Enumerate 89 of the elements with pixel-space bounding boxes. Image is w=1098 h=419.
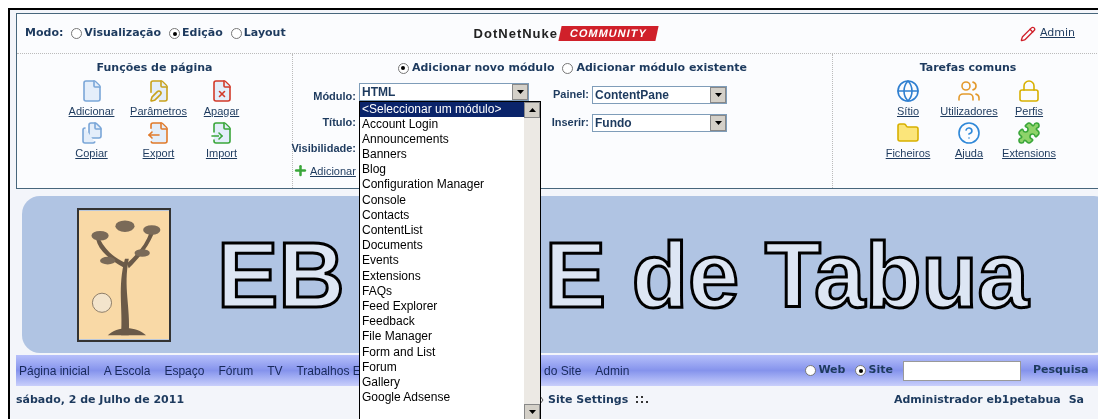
dropdown-option[interactable]: Console (360, 192, 524, 208)
dropdown-option[interactable]: FAQs (360, 283, 524, 299)
nav-item[interactable]: Fórum (218, 361, 254, 380)
search-scope-option[interactable]: Site (868, 362, 893, 379)
dropdown-option[interactable]: Blog (360, 162, 524, 178)
dropdown-option[interactable]: Configuration Manager (360, 177, 524, 193)
task-link[interactable]: Import (205, 144, 238, 161)
nav-item[interactable]: Admin (595, 361, 630, 380)
banner-title: EB (217, 228, 345, 321)
task-link[interactable]: Extensions (1002, 144, 1056, 161)
search-scope-option[interactable]: Web (818, 362, 846, 379)
task-link[interactable]: Adicionar (68, 102, 115, 119)
documents-icon[interactable] (79, 120, 104, 145)
padlock-icon[interactable] (1017, 78, 1041, 103)
pane-select[interactable]: ContentPane (592, 85, 727, 104)
task-link[interactable]: Apagar (203, 102, 240, 119)
globe-icon[interactable] (896, 78, 920, 103)
brand-badge: COMMUNITY (558, 26, 659, 41)
admin-link[interactable]: Admin (1039, 25, 1075, 42)
pencil-icon[interactable] (1019, 25, 1036, 42)
dropdown-option[interactable]: Documents (360, 238, 524, 254)
nav-item[interactable]: Página inicial (19, 361, 90, 380)
task-link[interactable]: Utilizadores (940, 102, 998, 119)
logout-link[interactable]: Sa (1068, 391, 1084, 409)
dropdown-option[interactable]: Forum (360, 359, 524, 375)
date-text: sábado, 2 de Julho de 2011 (16, 391, 185, 408)
puzzle-icon[interactable] (1017, 120, 1041, 145)
mode-option[interactable]: Edição (182, 25, 223, 42)
task-link[interactable]: Sítio (897, 102, 919, 119)
document-arrow-icon[interactable] (209, 120, 234, 145)
dropdown-option[interactable]: Account Login (360, 116, 524, 132)
field-label: Painel: (551, 87, 589, 103)
plus-icon[interactable] (293, 163, 308, 179)
dropdown-option[interactable]: <Seleccionar um módulo> (360, 101, 524, 117)
source-radio[interactable] (562, 62, 574, 74)
mode-radio[interactable] (230, 28, 242, 39)
dropdown-option[interactable]: File Manager (360, 329, 524, 345)
users-icon[interactable] (957, 78, 981, 103)
search-scope-radio[interactable] (805, 365, 817, 376)
add-link[interactable]: Adicionar (310, 162, 356, 179)
search-scope-radio[interactable] (855, 365, 867, 376)
source-option[interactable]: Adicionar módulo existente (576, 60, 748, 77)
banner-title: E de Tabua (544, 228, 1029, 321)
scroll-up-icon[interactable] (524, 101, 540, 118)
field-label: Título: (322, 114, 356, 130)
field-label: Inserir: (550, 115, 589, 131)
dropdown-option[interactable]: Extensions (360, 268, 524, 284)
dropdown-option[interactable]: Gallery (360, 374, 524, 391)
dropdown-option[interactable]: Announcements (360, 131, 524, 148)
dropdown-option[interactable]: Feedback (360, 314, 524, 330)
scrollbar[interactable] (524, 101, 540, 419)
nav-item[interactable]: do Site (544, 361, 582, 380)
section-title: Funções de página (96, 60, 213, 76)
mode-radio[interactable] (71, 28, 83, 39)
search-link[interactable]: Pesquisa (1032, 362, 1089, 379)
field-label: Visibilidade: (291, 140, 356, 156)
insert-select[interactable]: Fundo (592, 113, 727, 132)
task-link[interactable]: Ficheiros (885, 144, 931, 161)
document-arrow-icon[interactable] (146, 120, 171, 145)
task-link[interactable]: Ajuda (954, 144, 984, 161)
breadcrumb-item[interactable]: Site Settings (548, 391, 629, 409)
brand-name: DotNetNuke (473, 24, 558, 43)
dropdown-option[interactable]: ContentList (360, 223, 524, 239)
help-icon[interactable] (957, 120, 981, 145)
task-link[interactable]: Export (142, 144, 175, 161)
dropdown-option[interactable]: Contacts (360, 207, 524, 223)
task-link[interactable]: Copiar (75, 144, 108, 161)
dropdown-option[interactable]: Events (360, 253, 524, 269)
field-label: Módulo: (313, 88, 356, 104)
module-select[interactable]: HTML (359, 82, 529, 101)
nav-item[interactable]: TV (267, 361, 283, 380)
mode-option[interactable]: Layout (243, 25, 286, 42)
mode-radio[interactable] (169, 28, 181, 39)
task-link[interactable]: Perfis (1014, 102, 1044, 119)
mode-option[interactable]: Visualização (84, 25, 162, 42)
user-link[interactable]: Administrador eb1petabua (893, 391, 1061, 409)
source-radio[interactable] (397, 62, 409, 74)
nav-item[interactable]: Espaço (164, 361, 205, 380)
dropdown-option[interactable]: Google Adsense (360, 390, 524, 406)
section-title: Tarefas comuns (919, 60, 1017, 76)
scroll-down-icon[interactable] (524, 403, 540, 419)
dropdown-option[interactable]: Banners (360, 147, 524, 163)
dropdown-option[interactable]: Form and List (360, 344, 524, 360)
task-link[interactable]: Parâmetros (130, 102, 187, 119)
mode-label: Modo: (25, 25, 64, 42)
search-field[interactable] (902, 360, 1021, 381)
source-option[interactable]: Adicionar novo módulo (411, 60, 555, 77)
dropdown-option[interactable]: Feed Explorer (360, 298, 524, 315)
nav-item[interactable]: A Escola (103, 361, 151, 380)
